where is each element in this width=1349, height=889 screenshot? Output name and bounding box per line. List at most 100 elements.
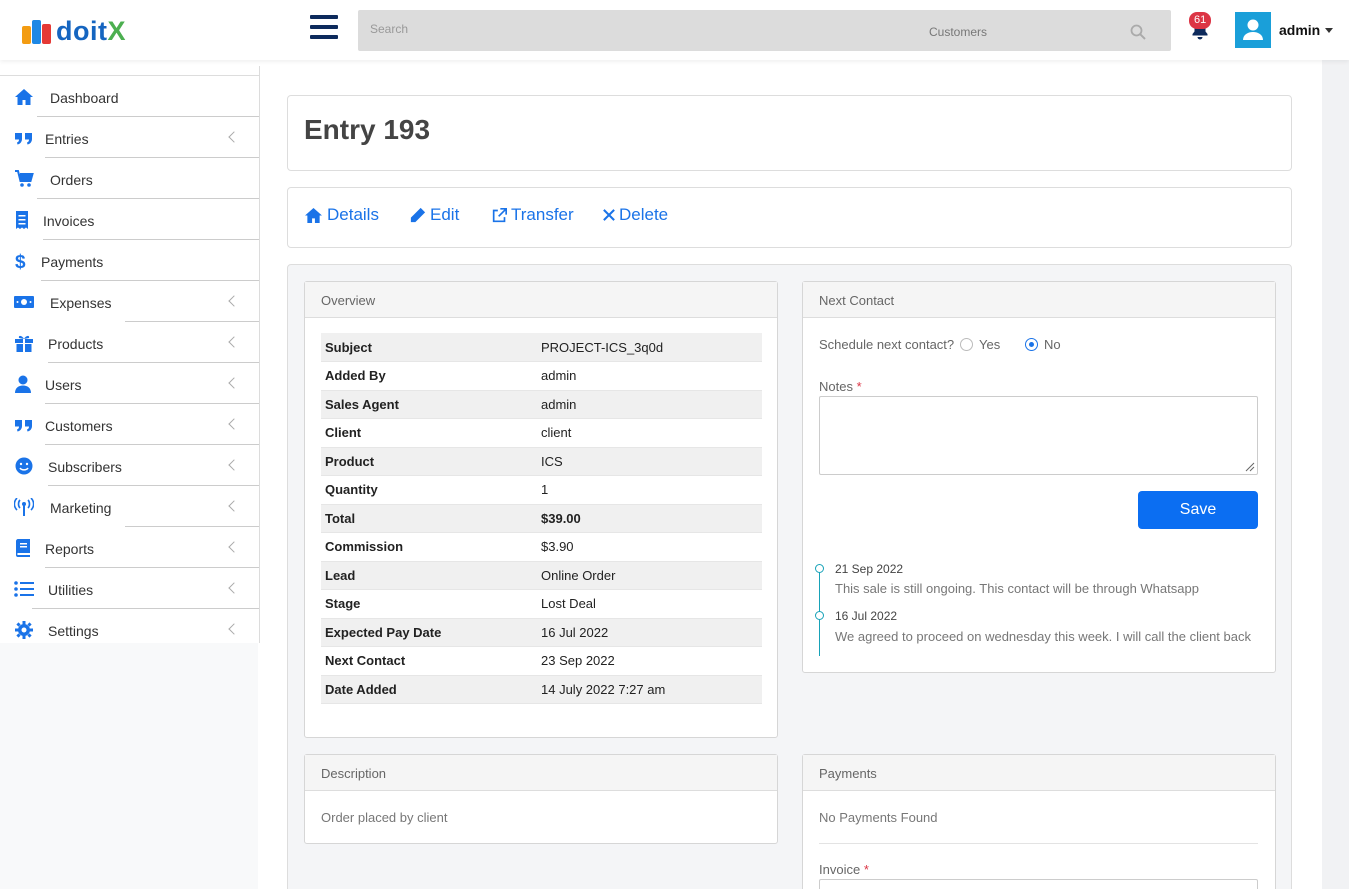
- overview-field-label: Next Contact: [321, 646, 537, 676]
- sidebar-item-label: Payments: [41, 254, 104, 270]
- timeline-note: This sale is still ongoing. This contact…: [835, 581, 1199, 596]
- overview-field-label: Subject: [321, 333, 537, 362]
- sidebar-item-reports[interactable]: Reports: [0, 527, 259, 568]
- sidebar-item-customers[interactable]: Customers: [0, 404, 259, 445]
- resize-handle-icon[interactable]: [1243, 460, 1255, 472]
- user-icon: [15, 375, 31, 393]
- schedule-yes-radio[interactable]: Yes: [960, 337, 1000, 352]
- sidebar-item-subscribers[interactable]: Subscribers: [0, 445, 259, 486]
- schedule-next-contact-label: Schedule next contact?: [819, 337, 955, 352]
- details-label: Details: [327, 205, 379, 224]
- actions-card: Details Edit Transfer Delete: [287, 187, 1292, 248]
- overview-field-value: $3.90: [537, 532, 762, 562]
- sidebar-item-expenses[interactable]: Expenses: [0, 281, 259, 322]
- edit-link[interactable]: Edit: [410, 205, 459, 225]
- sidebar-item-label: Settings: [48, 623, 99, 639]
- sidebar-item-label: Marketing: [50, 500, 112, 516]
- sidebar-item-settings[interactable]: Settings: [0, 609, 259, 643]
- notes-textarea[interactable]: [819, 396, 1258, 475]
- smile-icon: [15, 457, 33, 475]
- timeline-dot-icon: [815, 564, 824, 573]
- home-icon: [15, 89, 33, 105]
- overview-field-label: Stage: [321, 589, 537, 619]
- dollar-icon: $: [15, 252, 26, 270]
- details-link[interactable]: Details: [304, 205, 379, 225]
- save-button[interactable]: Save: [1138, 491, 1258, 529]
- table-row: Product ICS: [321, 447, 762, 476]
- chevron-left-icon: [228, 295, 240, 307]
- hamburger-menu-icon[interactable]: [310, 15, 338, 45]
- schedule-no-radio[interactable]: No: [1025, 337, 1061, 352]
- radio-unchecked-icon[interactable]: [960, 338, 973, 351]
- sidebar-item-label: Reports: [45, 541, 95, 557]
- table-row: Date Added 14 July 2022 7:27 am: [321, 675, 762, 704]
- quote-icon: [15, 133, 32, 145]
- payments-heading: Payments: [803, 755, 1275, 791]
- overview-field-value: client: [537, 418, 762, 448]
- chevron-down-icon[interactable]: [1325, 28, 1333, 33]
- notification-badge: 61: [1189, 12, 1212, 29]
- table-row: Total $39.00: [321, 504, 762, 533]
- external-link-icon: [492, 207, 507, 222]
- sidebar-item-orders[interactable]: Orders: [0, 158, 259, 199]
- timeline-date: 21 Sep 2022: [835, 562, 904, 576]
- sidebar-item-payments[interactable]: $ Payments: [0, 240, 259, 281]
- required-mark: *: [863, 862, 869, 877]
- divider: [819, 843, 1258, 844]
- delete-link[interactable]: Delete: [603, 205, 668, 225]
- top-bar: doitX Search Customers 61 admin: [0, 0, 1349, 60]
- overview-field-value: $39.00: [537, 504, 762, 533]
- transfer-link[interactable]: Transfer: [492, 205, 574, 225]
- search-icon[interactable]: [1130, 24, 1146, 40]
- user-avatar-icon: [1243, 19, 1263, 40]
- overview-field-value: 14 July 2022 7:27 am: [537, 675, 762, 704]
- sidebar-item-label: Utilities: [48, 582, 94, 598]
- sidebar-item-marketing[interactable]: Marketing: [0, 486, 259, 527]
- avatar[interactable]: [1235, 12, 1271, 48]
- sidebar-item-users[interactable]: Users: [0, 363, 259, 404]
- sidebar-item-entries[interactable]: Entries: [0, 117, 259, 158]
- required-mark: *: [856, 379, 862, 394]
- overview-heading: Overview: [305, 282, 777, 318]
- radio-checked-icon[interactable]: [1025, 338, 1038, 351]
- description-heading: Description: [305, 755, 777, 791]
- overview-field-label: Product: [321, 447, 537, 476]
- home-icon: [305, 207, 322, 223]
- table-row: Expected Pay Date 16 Jul 2022: [321, 618, 762, 647]
- close-icon: [603, 209, 615, 221]
- table-row: Commission $3.90: [321, 532, 762, 562]
- search-input[interactable]: Search: [370, 22, 408, 36]
- payments-panel: Payments No Payments Found Invoice *: [802, 754, 1276, 889]
- chevron-left-icon: [228, 623, 240, 635]
- description-text: Order placed by client: [321, 810, 448, 825]
- overview-field-value: 16 Jul 2022: [537, 618, 762, 647]
- overview-field-value: ICS: [537, 447, 762, 476]
- transfer-label: Transfer: [511, 205, 574, 224]
- notes-label: Notes: [819, 379, 853, 394]
- user-menu-name[interactable]: admin: [1279, 22, 1320, 38]
- no-payments-text: No Payments Found: [819, 810, 938, 825]
- chevron-left-icon: [228, 500, 240, 512]
- table-row: Added By admin: [321, 361, 762, 391]
- sidebar-item-utilities[interactable]: Utilities: [0, 568, 259, 609]
- overview-field-label: Added By: [321, 361, 537, 391]
- logo-text-x: X: [107, 16, 126, 46]
- overview-field-label: Client: [321, 418, 537, 448]
- invoice-select[interactable]: [819, 879, 1258, 889]
- overview-field-label: Date Added: [321, 675, 537, 704]
- next-contact-heading: Next Contact: [803, 282, 1275, 318]
- sidebar-item-dashboard[interactable]: Dashboard: [0, 76, 259, 117]
- sidebar: Dashboard Entries Orders Invoices $ Paym…: [0, 66, 260, 643]
- scrollbar-track[interactable]: [1322, 60, 1349, 889]
- search-bar[interactable]: Search Customers: [358, 10, 1171, 51]
- table-row: Quantity 1: [321, 475, 762, 505]
- sidebar-item-products[interactable]: Products: [0, 322, 259, 363]
- overview-field-value: Lost Deal: [537, 589, 762, 619]
- table-row: Lead Online Order: [321, 561, 762, 590]
- sidebar-item-invoices[interactable]: Invoices: [0, 199, 259, 240]
- search-scope-select[interactable]: Customers: [929, 25, 987, 39]
- title-card: Entry 193: [287, 95, 1292, 171]
- chevron-left-icon: [228, 336, 240, 348]
- overview-field-label: Lead: [321, 561, 537, 590]
- app-logo[interactable]: doitX: [22, 16, 126, 46]
